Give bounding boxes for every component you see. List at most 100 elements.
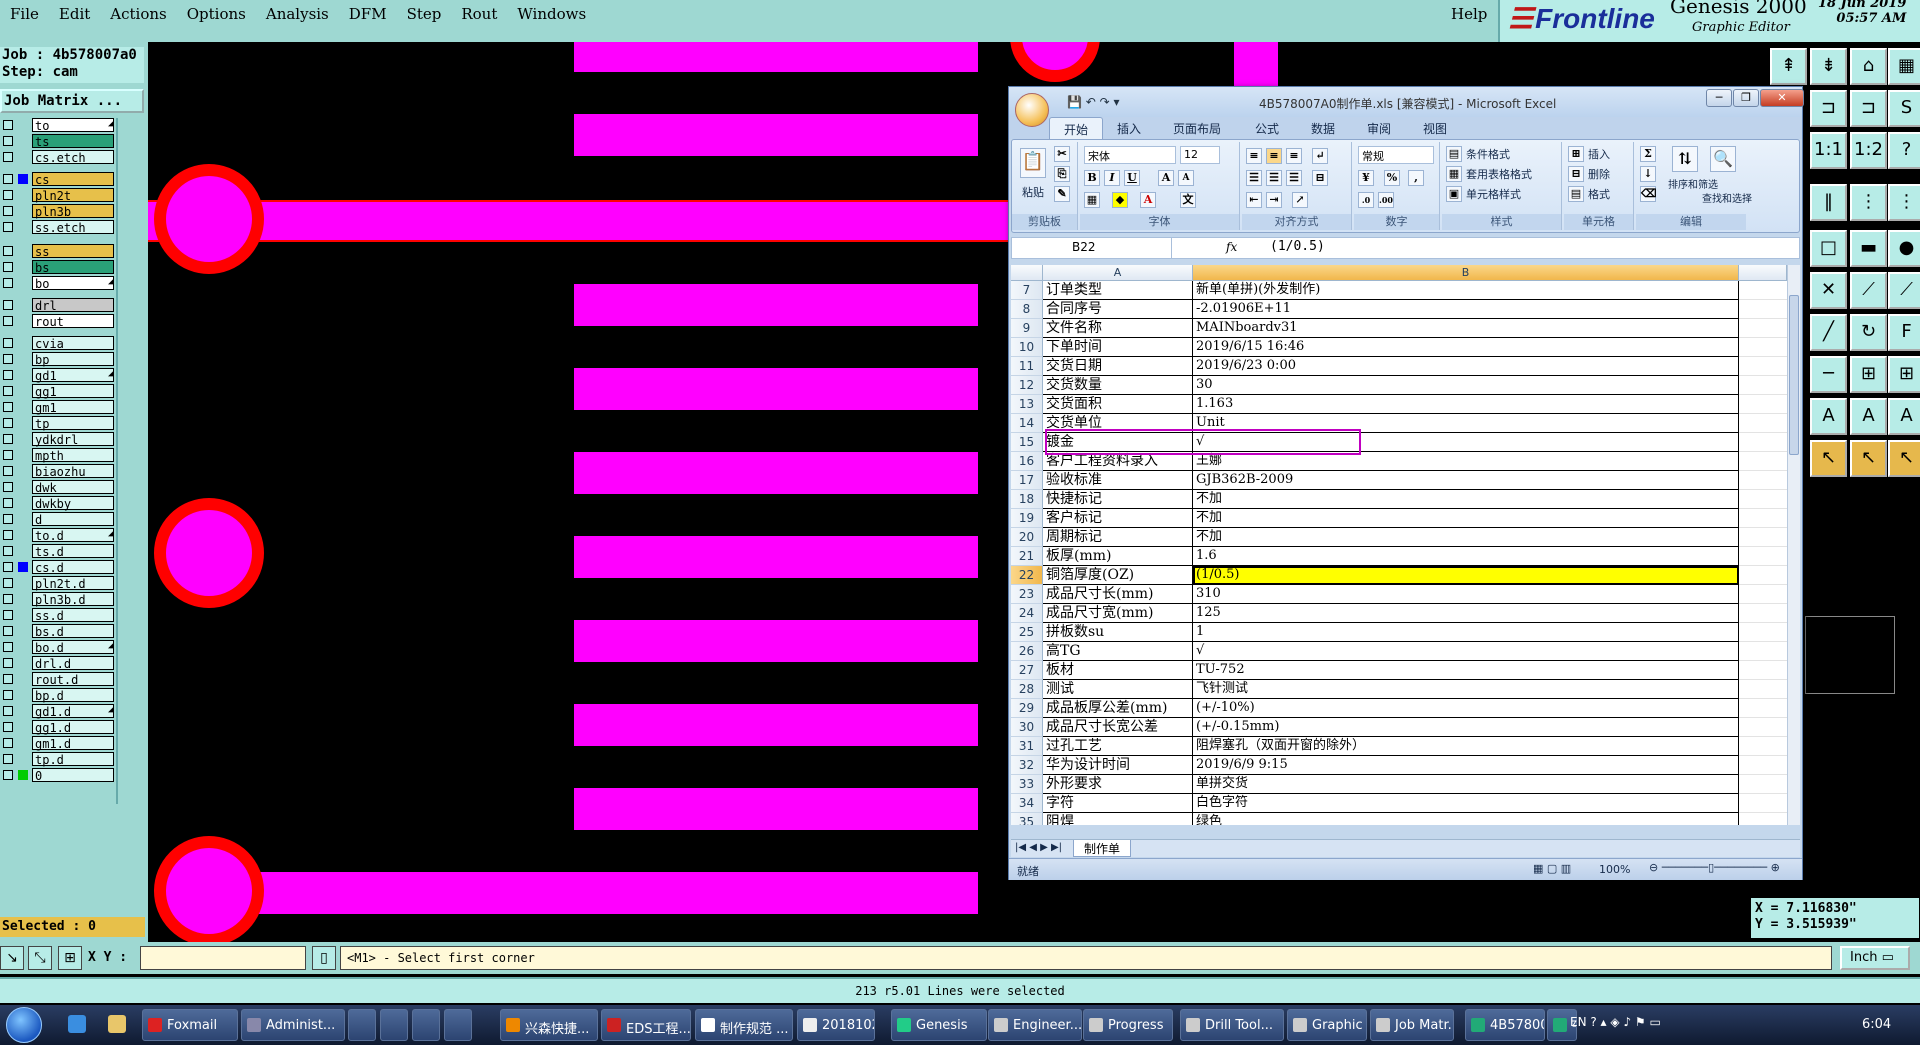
- copy-icon[interactable]: ⎘: [1054, 166, 1070, 182]
- sort-filter-icon[interactable]: ⇅: [1672, 146, 1698, 172]
- layer-name[interactable]: cs: [32, 172, 114, 187]
- layer-affect-indicator[interactable]: [18, 316, 28, 326]
- layer-name[interactable]: tp: [32, 416, 114, 431]
- taskbar-button[interactable]: Foxmail: [142, 1009, 238, 1041]
- layer-name[interactable]: ydkdrl: [32, 432, 114, 447]
- font-size-select[interactable]: 12: [1180, 146, 1220, 164]
- layer-row[interactable]: biaozhu: [0, 464, 118, 479]
- cell-b[interactable]: 不加: [1193, 528, 1739, 547]
- cell-a[interactable]: 文件名称: [1043, 319, 1193, 338]
- cell-a[interactable]: 合同序号: [1043, 300, 1193, 319]
- layer-affect-indicator[interactable]: [18, 174, 28, 184]
- layer-row[interactable]: mpth: [0, 448, 118, 463]
- cell-c[interactable]: [1739, 319, 1787, 338]
- layer-row[interactable]: gd1 ◢: [0, 368, 118, 383]
- cell-c[interactable]: [1739, 452, 1787, 471]
- comma-icon[interactable]: ,: [1408, 170, 1424, 186]
- layer-affect-indicator[interactable]: [18, 262, 28, 272]
- layer-checkbox[interactable]: [3, 246, 13, 256]
- layer-affect-indicator[interactable]: [18, 120, 28, 130]
- layer-checkbox[interactable]: [3, 642, 13, 652]
- layer-row[interactable]: ts: [0, 134, 118, 149]
- grow-font-icon[interactable]: A: [1158, 170, 1174, 186]
- cell-c[interactable]: [1739, 623, 1787, 642]
- taskbar-button[interactable]: 兴森快捷...: [500, 1009, 598, 1041]
- layer-name[interactable]: pln3b.d: [32, 592, 114, 607]
- name-box[interactable]: B22: [1012, 238, 1172, 258]
- menu-step[interactable]: Step: [397, 0, 452, 28]
- number-format-select[interactable]: 常规: [1358, 146, 1434, 164]
- menu-edit[interactable]: Edit: [49, 0, 100, 28]
- ribbon-tab[interactable]: 数据: [1311, 120, 1335, 137]
- cell-b[interactable]: 单拼交货: [1193, 775, 1739, 794]
- zoom-level[interactable]: 100%: [1599, 863, 1630, 876]
- sheet-nav-arrows[interactable]: |◀ ◀ ▶ ▶|: [1015, 842, 1062, 853]
- layer-checkbox[interactable]: [3, 450, 13, 460]
- tool-button[interactable]: A: [1888, 398, 1920, 435]
- menu-actions[interactable]: Actions: [100, 0, 176, 28]
- row-header[interactable]: 11: [1011, 357, 1043, 376]
- grid-icon[interactable]: ⊞: [58, 946, 82, 970]
- row-header[interactable]: 20: [1011, 528, 1043, 547]
- layer-row[interactable]: bp.d: [0, 688, 118, 703]
- cell-a[interactable]: 华为设计时间: [1043, 756, 1193, 775]
- row-header[interactable]: 22: [1011, 566, 1043, 585]
- layer-name[interactable]: ts: [32, 134, 114, 149]
- layer-checkbox[interactable]: [3, 278, 13, 288]
- layer-checkbox[interactable]: [3, 262, 13, 272]
- cell-a[interactable]: 高TG: [1043, 642, 1193, 661]
- layer-name[interactable]: gd1.d: [32, 704, 114, 719]
- formula-input[interactable]: (1/0.5): [1252, 239, 1325, 254]
- cell-c[interactable]: [1739, 528, 1787, 547]
- tool-button[interactable]: ●: [1888, 230, 1920, 267]
- cell-c[interactable]: [1739, 661, 1787, 680]
- cell-a[interactable]: 成品板厚公差(mm): [1043, 699, 1193, 718]
- cell-a[interactable]: 外形要求: [1043, 775, 1193, 794]
- layer-name[interactable]: cvia: [32, 336, 114, 351]
- border-icon[interactable]: ▦: [1084, 192, 1100, 208]
- layer-affect-indicator[interactable]: [18, 190, 28, 200]
- layer-row[interactable]: gg1: [0, 384, 118, 399]
- percent-icon[interactable]: %: [1384, 170, 1400, 186]
- row-header[interactable]: 10: [1011, 338, 1043, 357]
- layer-checkbox[interactable]: [3, 370, 13, 380]
- cell-c[interactable]: [1739, 794, 1787, 813]
- layer-affect-indicator[interactable]: [18, 222, 28, 232]
- layer-checkbox[interactable]: [3, 770, 13, 780]
- layer-checkbox[interactable]: [3, 434, 13, 444]
- format-painter-icon[interactable]: ✎: [1054, 186, 1070, 202]
- cell-a[interactable]: 铜箔厚度(OZ): [1043, 566, 1193, 585]
- tool-button[interactable]: □: [1810, 230, 1847, 267]
- layer-row[interactable]: cs.d: [0, 560, 118, 575]
- tool-button[interactable]: ⟋: [1850, 272, 1887, 309]
- decrease-decimal-icon[interactable]: .00: [1378, 192, 1394, 208]
- tool-button[interactable]: ?: [1888, 132, 1920, 169]
- cell-a[interactable]: 测试: [1043, 680, 1193, 699]
- layer-name[interactable]: dwkby: [32, 496, 114, 511]
- cell-c[interactable]: [1739, 281, 1787, 300]
- layer-checkbox[interactable]: [3, 136, 13, 146]
- layer-name[interactable]: bp.d: [32, 688, 114, 703]
- layer-checkbox[interactable]: [3, 562, 13, 572]
- taskbar-button[interactable]: Progress: [1083, 1009, 1173, 1041]
- row-header[interactable]: 32: [1011, 756, 1043, 775]
- layer-row[interactable]: pln3b: [0, 204, 118, 219]
- layer-affect-indicator[interactable]: [18, 546, 28, 556]
- taskbar-button[interactable]: Drill Tool...: [1180, 1009, 1284, 1041]
- layer-row[interactable]: cvia: [0, 336, 118, 351]
- cell-c[interactable]: [1739, 756, 1787, 775]
- row-header[interactable]: 27: [1011, 661, 1043, 680]
- align-right-icon[interactable]: ☰: [1286, 170, 1302, 186]
- layer-name[interactable]: tp.d: [32, 752, 114, 767]
- layer-affect-indicator[interactable]: [18, 722, 28, 732]
- clear-icon[interactable]: ⌫: [1640, 186, 1657, 202]
- layer-checkbox[interactable]: [3, 498, 13, 508]
- layer-affect-indicator[interactable]: [18, 466, 28, 476]
- taskbar-button[interactable]: Graphic ...: [1287, 1009, 1367, 1041]
- cell-c[interactable]: [1739, 737, 1787, 756]
- layer-name[interactable]: cs.etch: [32, 150, 114, 165]
- layer-row[interactable]: ts.d: [0, 544, 118, 559]
- layer-row[interactable]: to.d ◢: [0, 528, 118, 543]
- layer-name[interactable]: d: [32, 512, 114, 527]
- layer-name[interactable]: to: [32, 118, 114, 133]
